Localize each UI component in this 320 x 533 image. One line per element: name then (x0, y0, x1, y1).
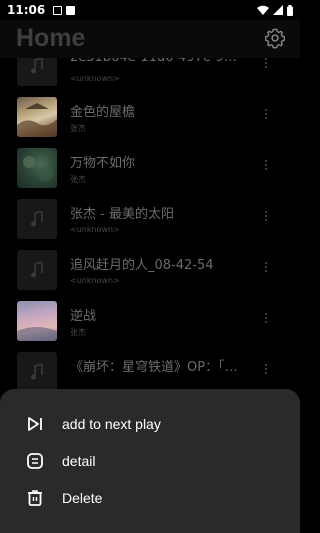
menu-item-label: Delete (62, 490, 103, 506)
menu-item-delete[interactable]: Delete (0, 481, 300, 515)
notification-icons (53, 5, 76, 15)
music-note-icon (31, 211, 43, 227)
song-row[interactable]: 张杰 - 最美的太阳 <unknown> (0, 195, 300, 246)
music-note-icon (31, 58, 43, 74)
menu-item-label: detail (62, 453, 96, 469)
song-cover-placeholder (17, 199, 57, 239)
music-note-icon (31, 262, 43, 278)
song-artist: 张杰 (70, 124, 86, 133)
more-options-icon[interactable] (264, 364, 267, 378)
song-row[interactable]: 万物不如你 张杰 (0, 144, 300, 195)
settings-gear-icon[interactable] (264, 27, 286, 49)
more-options-icon[interactable] (264, 211, 267, 225)
app-notification-icon (66, 5, 76, 15)
system-icons (257, 4, 293, 16)
song-cover-placeholder (17, 250, 57, 290)
trash-icon (28, 490, 42, 506)
status-bar: 11:06 (0, 0, 300, 20)
status-time: 11:06 (7, 3, 46, 17)
notification-icon (53, 5, 63, 15)
menu-item-add-to-next-play[interactable]: add to next play (0, 407, 300, 441)
page-title: Home (16, 24, 86, 52)
more-options-icon[interactable] (264, 160, 267, 174)
song-artist: 张杰 (70, 328, 86, 337)
song-artist: <unknown> (70, 74, 120, 83)
song-cover (17, 301, 57, 341)
skip-next-icon (28, 417, 42, 431)
song-title: 逆战 (70, 309, 97, 324)
song-artist: 张杰 (70, 175, 86, 184)
song-row[interactable]: 金色的屋檐 张杰 (0, 93, 300, 144)
menu-item-label: add to next play (62, 416, 161, 432)
more-options-icon[interactable] (264, 109, 267, 123)
song-title: 追风赶月的人_08-42-54 (70, 258, 214, 273)
song-cover (17, 97, 57, 137)
options-bottom-sheet: add to next play detail Delete (0, 389, 300, 533)
more-options-icon[interactable] (264, 313, 267, 327)
song-title: 《崩坏：星穹铁道》OP：「不… (70, 360, 240, 375)
detail-icon (27, 453, 43, 469)
song-artist: <unknown> (70, 276, 120, 285)
music-note-icon (31, 364, 43, 380)
app-header: Home (0, 20, 300, 58)
song-cover (17, 148, 57, 188)
song-title: 张杰 - 最美的太阳 (70, 207, 174, 222)
song-cover-placeholder (17, 352, 57, 392)
more-options-icon[interactable] (264, 262, 267, 276)
menu-item-detail[interactable]: detail (0, 444, 300, 478)
song-artist: <unknown> (70, 225, 120, 234)
song-title: 万物不如你 (70, 156, 136, 171)
song-row[interactable]: 逆战 张杰 (0, 297, 300, 348)
song-title: 金色的屋檐 (70, 105, 136, 120)
song-row[interactable]: 追风赶月的人_08-42-54 <unknown> (0, 246, 300, 297)
signal-icon (273, 5, 283, 15)
wifi-icon (257, 5, 269, 15)
battery-icon (287, 4, 293, 16)
more-options-icon[interactable] (264, 58, 267, 72)
